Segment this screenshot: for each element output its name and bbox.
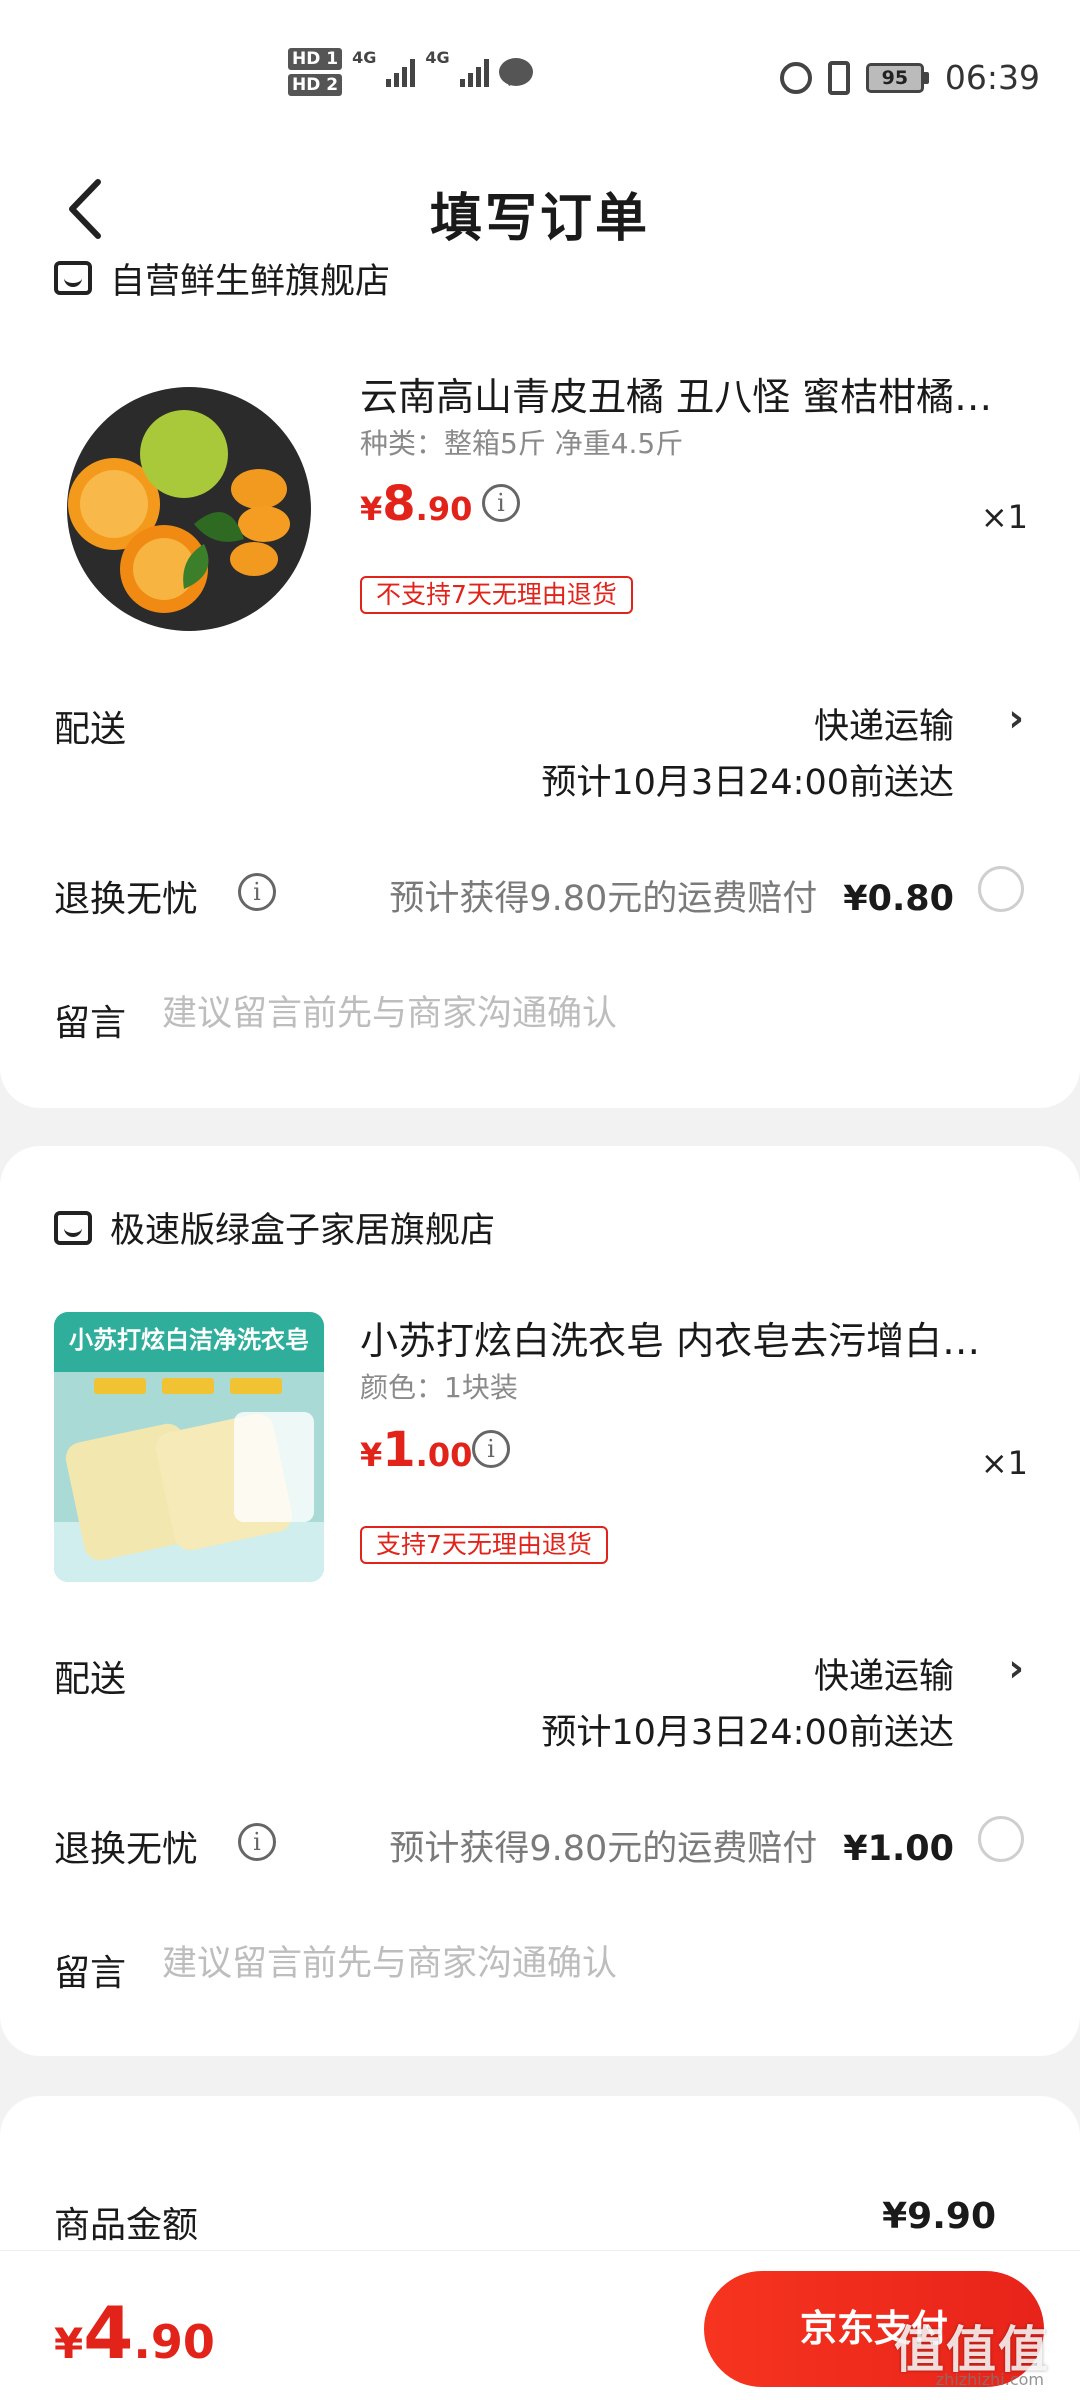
signal-icon-2 xyxy=(459,57,489,87)
product-image[interactable]: 小苏打炫白洁净洗衣皂 xyxy=(54,1312,324,1582)
delivery-method[interactable]: 快递运输 xyxy=(814,1648,954,1699)
return-info-icon[interactable]: i xyxy=(238,1823,276,1861)
status-bar: HD 1 HD 2 4G 4G 95 06:39 xyxy=(0,0,1080,150)
return-price: ¥1.00 xyxy=(843,1829,954,1869)
vibrate-icon xyxy=(827,60,850,95)
delivery-eta: 预计10月3日24:00前送达 xyxy=(541,763,954,803)
delivery-label: 配送 xyxy=(54,709,127,750)
delivery-eta: 预计10月3日24:00前送达 xyxy=(541,1713,954,1753)
delivery-method[interactable]: 快递运输 xyxy=(814,698,954,749)
alarm-icon xyxy=(779,61,812,94)
return-label: 退换无忧 xyxy=(54,1829,199,1870)
hd-indicators: HD 1 HD 2 xyxy=(288,48,343,96)
battery-level: 95 xyxy=(865,62,924,93)
return-insurance-radio[interactable] xyxy=(978,1816,1024,1862)
network-type-1: 4G xyxy=(352,48,377,67)
store-header[interactable]: 极速版绿盒子家居旗舰店 xyxy=(54,1202,495,1253)
return-price: ¥0.80 xyxy=(843,879,954,919)
product-price: ¥ 1 .00 xyxy=(360,1422,473,1478)
return-policy-tag: 支持7天无理由退货 xyxy=(360,1526,608,1564)
return-label: 退换无忧 xyxy=(54,879,199,920)
clock: 06:39 xyxy=(944,58,1040,97)
watermark-url: zhizhizhi.com xyxy=(935,2370,1044,2389)
tangerine-image-icon xyxy=(54,374,324,644)
delivery-label: 配送 xyxy=(54,1659,127,1700)
total-price: ¥ 4 .90 xyxy=(54,2291,215,2375)
order-card: 自营鲜生鲜旗舰店 云南高山青皮丑橘 丑八怪 蜜桔柑橘… 种类：整箱5斤 净重4.… xyxy=(0,261,1080,1108)
battery-icon: 95 xyxy=(865,62,929,93)
product-spec: 种类：整箱5斤 净重4.5斤 xyxy=(360,427,684,460)
store-header[interactable]: 自营鲜生鲜旗舰店 xyxy=(54,260,390,296)
price-info-icon[interactable]: i xyxy=(472,1430,510,1468)
quantity: ×1 xyxy=(980,1444,1028,1482)
order-card: 极速版绿盒子家居旗舰店 小苏打炫白洁净洗衣皂 小苏打炫白洗衣皂 内衣皂去污增白…… xyxy=(0,1146,1080,2056)
product-price: ¥ 8 .90 xyxy=(360,476,473,532)
hd2-badge: HD 2 xyxy=(288,74,343,96)
return-info-icon[interactable]: i xyxy=(238,873,276,911)
hd1-badge: HD 1 xyxy=(288,48,343,70)
message-input[interactable] xyxy=(162,994,1022,1034)
price-info-icon[interactable]: i xyxy=(482,484,520,522)
store-icon xyxy=(54,261,92,295)
product-spec: 颜色：1块装 xyxy=(360,1371,518,1404)
message-label: 留言 xyxy=(54,1003,127,1044)
network-type-2: 4G xyxy=(425,48,450,67)
status-right: 95 06:39 xyxy=(779,58,1040,97)
chevron-right-icon[interactable]: › xyxy=(1008,696,1024,740)
product-title[interactable]: 云南高山青皮丑橘 丑八怪 蜜桔柑橘… xyxy=(360,366,1010,421)
message-label: 留言 xyxy=(54,1953,127,1994)
quantity: ×1 xyxy=(980,498,1028,536)
return-policy-tag: 不支持7天无理由退货 xyxy=(360,576,633,614)
return-description: 预计获得9.80元的运费赔付 ¥0.80 xyxy=(389,879,954,919)
store-name: 自营鲜生鲜旗舰店 xyxy=(110,261,391,297)
store-icon xyxy=(54,1210,92,1245)
page-title: 填写订单 xyxy=(429,189,650,249)
product-title[interactable]: 小苏打炫白洗衣皂 内衣皂去污增白… xyxy=(360,1310,1010,1365)
message-input[interactable] xyxy=(162,1944,1022,1984)
chevron-right-icon[interactable]: › xyxy=(1008,1646,1024,1690)
image-caption: 小苏打炫白洁净洗衣皂 xyxy=(69,1326,309,1354)
return-description: 预计获得9.80元的运费赔付 ¥1.00 xyxy=(389,1829,954,1869)
store-name: 极速版绿盒子家居旗舰店 xyxy=(110,1211,496,1251)
nav-bar: 填写订单 xyxy=(0,150,1080,270)
status-left: HD 1 HD 2 4G 4G xyxy=(288,48,533,96)
goods-amount-label: 商品金额 xyxy=(54,2205,199,2246)
signal-icon xyxy=(386,57,416,87)
product-image[interactable] xyxy=(54,374,324,644)
return-insurance-radio[interactable] xyxy=(978,866,1024,912)
goods-amount-value: ¥9.90 xyxy=(882,2196,996,2237)
chat-notification-icon xyxy=(498,58,533,86)
